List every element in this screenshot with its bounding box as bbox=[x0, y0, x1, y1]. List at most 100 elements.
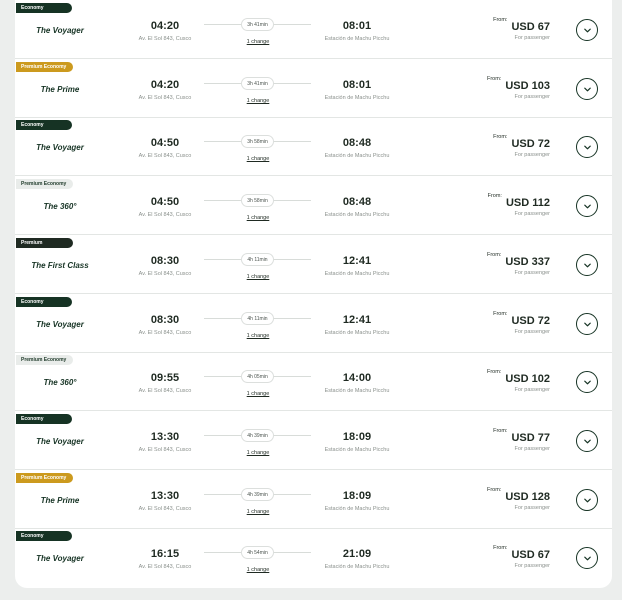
duration-pill: 4h 39min bbox=[241, 429, 274, 442]
train-name: The Voyager bbox=[36, 437, 84, 446]
changes-link[interactable]: 1 change bbox=[237, 450, 279, 456]
changes-link[interactable]: 1 change bbox=[237, 567, 279, 573]
from-label: From: bbox=[486, 369, 502, 375]
expand-button[interactable] bbox=[576, 136, 598, 158]
departure-time: 08:30 bbox=[150, 255, 180, 267]
result-row[interactable]: Economy The Voyager 04:50 Av. El Sol 843, C… bbox=[15, 117, 612, 176]
expand-button[interactable] bbox=[576, 195, 598, 217]
route-line bbox=[273, 141, 311, 142]
changes-link[interactable]: 1 change bbox=[237, 509, 279, 515]
price: USD 67 bbox=[511, 549, 550, 561]
route-line bbox=[273, 200, 311, 201]
result-row[interactable]: Premium Economy The 360° 09:55 Av. El Sol 8… bbox=[15, 352, 612, 411]
departure-station: Av. El Sol 843, Cusco bbox=[138, 153, 192, 159]
changes-link[interactable]: 1 change bbox=[237, 98, 279, 104]
per-passenger-label: For passenger bbox=[514, 94, 550, 100]
from-label: From: bbox=[493, 17, 508, 23]
train-name: The Voyager bbox=[36, 26, 84, 35]
arrival-time: 18:09 bbox=[342, 431, 372, 443]
expand-button[interactable] bbox=[576, 430, 598, 452]
route-line bbox=[273, 552, 311, 553]
result-row[interactable]: Premium Economy The 360° 04:50 Av. El Sol 8… bbox=[15, 176, 612, 235]
departure-time: 16:15 bbox=[150, 548, 180, 560]
departure-time: 04:20 bbox=[150, 20, 180, 32]
result-row[interactable]: Economy The Voyager 08:30 Av. El Sol 843, C… bbox=[15, 294, 612, 353]
result-row[interactable]: Economy The Voyager 13:30 Av. El Sol 843, C… bbox=[15, 411, 612, 470]
arrival-time: 12:41 bbox=[342, 314, 372, 326]
from-label: From: bbox=[493, 545, 508, 551]
route-line bbox=[273, 435, 311, 436]
route-line bbox=[204, 552, 242, 553]
expand-button[interactable] bbox=[576, 313, 598, 335]
price-block: From:USD 337 bbox=[461, 252, 550, 270]
route-line bbox=[204, 83, 242, 84]
fare-class-badge: Economy bbox=[16, 297, 72, 307]
arrival-station: Estación de Machu Picchu bbox=[324, 271, 390, 277]
from-label: From: bbox=[486, 76, 502, 82]
price-block: From:USD 102 bbox=[461, 369, 550, 387]
departure-time: 13:30 bbox=[150, 490, 180, 502]
result-row[interactable]: Premium Economy The Prime 04:20 Av. El Sol … bbox=[15, 59, 612, 118]
price-block: From:USD 112 bbox=[461, 193, 550, 211]
departure-time: 09:55 bbox=[150, 372, 180, 384]
result-row[interactable]: Premium Economy The Prime 13:30 Av. El Sol … bbox=[15, 470, 612, 529]
expand-button[interactable] bbox=[576, 371, 598, 393]
arrival-time: 21:09 bbox=[342, 548, 372, 560]
chevron-down-icon bbox=[583, 439, 591, 443]
per-passenger-label: For passenger bbox=[514, 211, 550, 217]
departure-station: Av. El Sol 843, Cusco bbox=[138, 388, 192, 394]
per-passenger-label: For passenger bbox=[514, 505, 550, 511]
duration-pill: 3h 41min bbox=[241, 18, 274, 31]
route-line bbox=[204, 24, 242, 25]
arrival-time: 12:41 bbox=[342, 255, 372, 267]
route-line bbox=[204, 141, 242, 142]
price-block: From:USD 67 bbox=[461, 17, 550, 35]
changes-link[interactable]: 1 change bbox=[237, 215, 279, 221]
duration-pill: 4h 11min bbox=[241, 253, 274, 266]
price-block: From:USD 103 bbox=[461, 76, 550, 94]
train-name: The Voyager bbox=[36, 554, 84, 563]
from-label: From: bbox=[493, 428, 508, 434]
price: USD 103 bbox=[505, 80, 550, 92]
arrival-station: Estación de Machu Picchu bbox=[324, 212, 390, 218]
route-line bbox=[273, 24, 311, 25]
per-passenger-label: For passenger bbox=[514, 387, 550, 393]
expand-button[interactable] bbox=[576, 547, 598, 569]
fare-class-badge: Premium Economy bbox=[16, 62, 73, 72]
changes-link[interactable]: 1 change bbox=[237, 39, 279, 45]
duration-pill: 4h 39min bbox=[241, 488, 274, 501]
arrival-station: Estación de Machu Picchu bbox=[324, 447, 390, 453]
expand-button[interactable] bbox=[576, 19, 598, 41]
chevron-down-icon bbox=[583, 380, 591, 384]
price: USD 102 bbox=[505, 373, 550, 385]
changes-link[interactable]: 1 change bbox=[237, 333, 279, 339]
price: USD 128 bbox=[505, 491, 550, 503]
price: USD 77 bbox=[511, 432, 550, 444]
from-label: From: bbox=[487, 193, 502, 199]
expand-button[interactable] bbox=[576, 254, 598, 276]
departure-time: 08:30 bbox=[150, 314, 180, 326]
changes-link[interactable]: 1 change bbox=[237, 391, 279, 397]
train-name: The Prime bbox=[40, 496, 80, 505]
chevron-down-icon bbox=[583, 263, 591, 267]
changes-link[interactable]: 1 change bbox=[237, 156, 279, 162]
train-name: The 360° bbox=[43, 202, 77, 211]
expand-button[interactable] bbox=[576, 78, 598, 100]
changes-link[interactable]: 1 change bbox=[237, 274, 279, 280]
fare-class-badge: Economy bbox=[16, 3, 72, 13]
duration-pill: 4h 54min bbox=[241, 546, 274, 559]
departure-station: Av. El Sol 843, Cusco bbox=[138, 36, 192, 42]
departure-time: 04:20 bbox=[150, 79, 180, 91]
result-row[interactable]: Premium The First Class 08:30 Av. El Sol 84… bbox=[15, 235, 612, 294]
duration-pill: 4h 11min bbox=[241, 312, 274, 325]
per-passenger-label: For passenger bbox=[514, 152, 550, 158]
arrival-time: 08:01 bbox=[342, 20, 372, 32]
result-row[interactable]: Economy The Voyager 04:20 Av. El Sol 843, C… bbox=[15, 0, 612, 59]
expand-button[interactable] bbox=[576, 489, 598, 511]
chevron-down-icon bbox=[583, 556, 591, 560]
price-block: From:USD 128 bbox=[461, 487, 550, 505]
per-passenger-label: For passenger bbox=[514, 563, 550, 569]
route-line bbox=[273, 376, 311, 377]
result-row[interactable]: Economy The Voyager 16:15 Av. El Sol 843, C… bbox=[15, 528, 612, 586]
departure-station: Av. El Sol 843, Cusco bbox=[138, 506, 192, 512]
